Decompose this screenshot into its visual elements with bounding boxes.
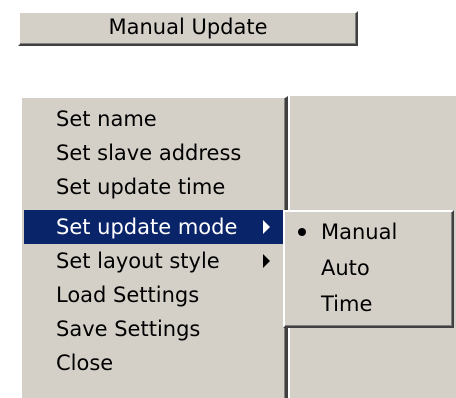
radio-bullet-icon — [298, 228, 306, 236]
menu-item-set-slave-address[interactable]: Set slave address — [24, 136, 284, 170]
submenu-item-time[interactable]: Time — [285, 287, 450, 321]
menu-item-set-update-mode[interactable]: Set update mode — [24, 210, 284, 244]
menu-item-label: Save Settings — [56, 317, 201, 341]
menu-item-close[interactable]: Close — [24, 346, 284, 380]
submenu-item-label: Auto — [321, 256, 370, 280]
context-menu: Set name Set slave address Set update ti… — [20, 96, 288, 398]
menu-item-set-layout-style[interactable]: Set layout style — [24, 244, 284, 278]
submenu-item-auto[interactable]: Auto — [285, 251, 450, 285]
manual-update-button[interactable]: Manual Update — [18, 11, 358, 46]
menu-item-label: Close — [56, 351, 114, 375]
submenu-item-label: Manual — [321, 220, 398, 244]
menu-item-load-settings[interactable]: Load Settings — [24, 278, 284, 312]
menu-item-label: Load Settings — [56, 283, 200, 307]
menu-item-label: Set name — [56, 107, 157, 131]
menu-item-save-settings[interactable]: Save Settings — [24, 312, 284, 346]
menu-item-label: Set slave address — [56, 141, 242, 165]
menu-item-label: Set update time — [56, 175, 226, 199]
manual-update-button-label: Manual Update — [108, 15, 268, 39]
submenu-arrow-icon — [263, 220, 270, 234]
menu-item-label: Set update mode — [56, 215, 238, 239]
submenu-item-label: Time — [321, 292, 373, 316]
menu-item-set-update-time[interactable]: Set update time — [24, 170, 284, 204]
submenu-arrow-icon — [263, 254, 270, 268]
submenu-item-manual[interactable]: Manual — [285, 215, 450, 249]
menu-item-set-name[interactable]: Set name — [24, 102, 284, 136]
update-mode-submenu: Manual Auto Time — [283, 210, 454, 328]
menu-item-label: Set layout style — [56, 249, 220, 273]
